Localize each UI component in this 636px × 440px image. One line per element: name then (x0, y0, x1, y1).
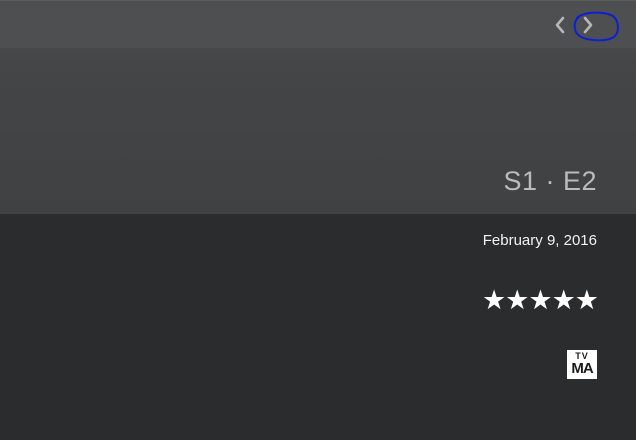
next-episode-button[interactable] (577, 14, 599, 36)
top-navigation-bar (0, 0, 636, 48)
chevron-right-icon (583, 16, 593, 34)
tv-ma-rating-badge: TV MA (567, 350, 597, 379)
air-date: February 9, 2016 (482, 232, 597, 249)
season-episode-label: S1 · E2 (503, 166, 597, 196)
rating-badge-bottom: MA (571, 360, 593, 377)
chevron-left-icon (555, 16, 565, 34)
star-rating: ★★★★★ (481, 285, 599, 315)
previous-episode-button[interactable] (549, 14, 571, 36)
